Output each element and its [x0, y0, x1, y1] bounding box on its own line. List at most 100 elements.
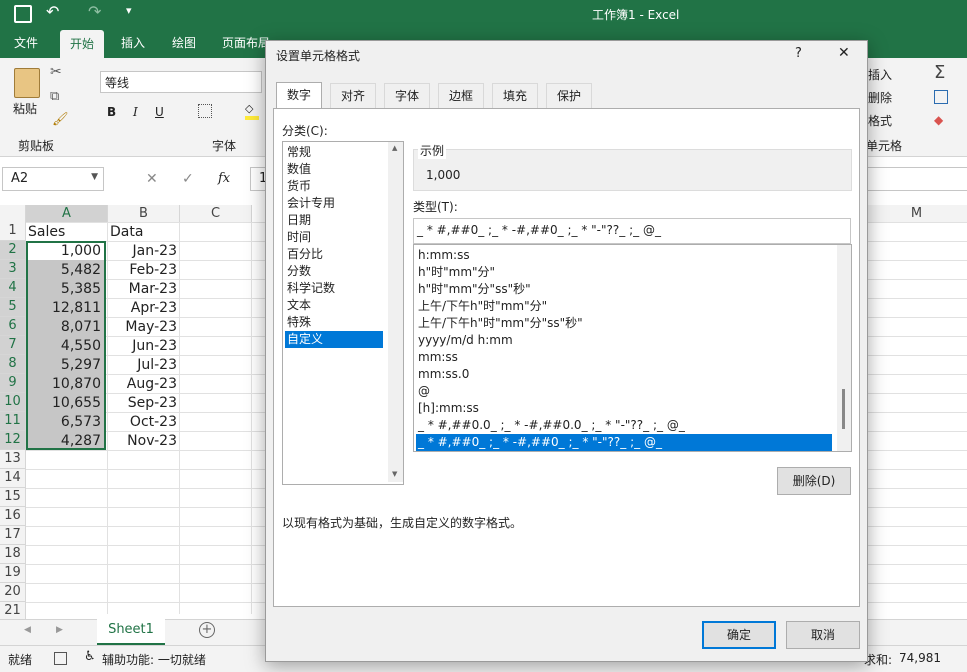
date-cell[interactable]: May-23 [110, 318, 177, 336]
category-item[interactable]: 数值 [285, 161, 383, 178]
row-header[interactable]: 7 [0, 336, 26, 355]
category-item[interactable]: 时间 [285, 229, 383, 246]
row-header[interactable]: 5 [0, 298, 26, 317]
row-header[interactable]: 12 [0, 431, 26, 450]
paste-icon[interactable] [14, 68, 40, 98]
row-header[interactable]: 2 [0, 241, 26, 260]
underline-button[interactable]: U [155, 105, 164, 119]
header-cell-data[interactable]: Data [110, 223, 143, 241]
tab-alignment[interactable]: 对齐 [330, 83, 377, 108]
redo-icon[interactable]: ↷ [88, 2, 101, 21]
fill-down-icon[interactable] [934, 90, 948, 104]
tab-border[interactable]: 边框 [438, 83, 485, 108]
format-item[interactable]: yyyy/m/d h:mm [416, 332, 832, 349]
format-item[interactable]: h"时"mm"分"ss"秒" [416, 281, 832, 298]
name-box[interactable]: A2 ▼ [2, 167, 104, 191]
header-cell-sales[interactable]: Sales [28, 223, 65, 241]
enter-formula-icon[interactable]: ✓ [182, 171, 194, 187]
autosum-icon[interactable]: Σ [934, 62, 945, 83]
row-header[interactable]: 19 [0, 564, 26, 583]
sheet-tab-sheet1[interactable]: Sheet1 [97, 619, 165, 646]
sales-cell[interactable]: 10,655 [28, 394, 101, 412]
date-cell[interactable]: Mar-23 [110, 280, 177, 298]
tab-file[interactable]: 文件 [14, 34, 38, 51]
format-list[interactable]: h:mm:ss h"时"mm"分" h"时"mm"分"ss"秒" 上午/下午h"时"m… [413, 244, 852, 452]
fill-color-icon[interactable]: ◇ [245, 102, 259, 120]
sales-cell[interactable]: 12,811 [28, 299, 101, 317]
accessibility-icon[interactable]: ♿ [84, 649, 96, 664]
sales-cell[interactable]: 5,297 [28, 356, 101, 374]
row-header[interactable]: 4 [0, 279, 26, 298]
save-icon[interactable] [14, 5, 32, 23]
delete-cells-button[interactable]: 删除 [868, 89, 892, 106]
sales-cell[interactable]: 8,071 [28, 318, 101, 336]
sales-cell[interactable]: 6,573 [28, 413, 101, 431]
row-header[interactable]: 14 [0, 469, 26, 488]
font-name-select[interactable]: 等线 [100, 71, 262, 93]
category-item[interactable]: 会计专用 [285, 195, 383, 212]
bold-button[interactable]: B [107, 105, 116, 119]
sales-cell[interactable]: 5,482 [28, 261, 101, 279]
cut-icon[interactable]: ✂ [50, 64, 62, 80]
close-icon[interactable]: ✕ [838, 45, 850, 61]
category-item[interactable]: 日期 [285, 212, 383, 229]
category-item[interactable]: 自定义 [285, 331, 383, 348]
tab-fill[interactable]: 填充 [492, 83, 539, 108]
date-cell[interactable]: Jul-23 [110, 356, 177, 374]
column-header-m[interactable]: M [866, 205, 967, 223]
format-item[interactable]: 上午/下午h"时"mm"分"ss"秒" [416, 315, 832, 332]
row-header[interactable]: 17 [0, 526, 26, 545]
category-item[interactable]: 百分比 [285, 246, 383, 263]
format-item[interactable]: mm:ss.0 [416, 366, 832, 383]
date-cell[interactable]: Oct-23 [110, 413, 177, 431]
format-item[interactable]: @ [416, 383, 832, 400]
row-header[interactable]: 11 [0, 412, 26, 431]
ok-button[interactable]: 确定 [702, 621, 776, 649]
tab-draw[interactable]: 绘图 [172, 34, 196, 51]
delete-format-button[interactable]: 删除(D) [777, 467, 851, 495]
row-header[interactable]: 20 [0, 583, 26, 602]
format-item[interactable]: _ * #,##0_ ;_ * -#,##0_ ;_ * "-"??_ ;_ @… [416, 434, 832, 451]
type-input[interactable]: _ * #,##0_ ;_ * -#,##0_ ;_ * "-"??_ ;_ @… [413, 218, 851, 244]
category-item[interactable]: 分数 [285, 263, 383, 280]
tab-font[interactable]: 字体 [384, 83, 431, 108]
insert-function-icon[interactable]: fx [218, 171, 230, 186]
format-item[interactable]: h:mm:ss [416, 247, 832, 264]
row-header[interactable]: 13 [0, 450, 26, 469]
scroll-right-icon[interactable]: ▶ [56, 625, 63, 635]
accessibility-status[interactable]: 辅助功能: 一切就绪 [102, 651, 206, 668]
format-scrollbar[interactable] [837, 245, 851, 451]
row-header[interactable]: 6 [0, 317, 26, 336]
category-item[interactable]: 货币 [285, 178, 383, 195]
italic-button[interactable]: I [133, 105, 138, 119]
help-button[interactable]: ? [795, 46, 802, 61]
row-header[interactable]: 1 [0, 222, 26, 241]
tab-insert[interactable]: 插入 [121, 34, 145, 51]
row-header[interactable]: 9 [0, 374, 26, 393]
select-all-corner[interactable] [0, 205, 26, 223]
sales-cell[interactable]: 1,000 [28, 242, 101, 260]
category-item[interactable]: 常规 [285, 144, 383, 161]
row-header[interactable]: 16 [0, 507, 26, 526]
cancel-button[interactable]: 取消 [786, 621, 860, 649]
date-cell[interactable]: Jan-23 [110, 242, 177, 260]
undo-icon[interactable]: ↶ [46, 2, 59, 21]
scroll-up-icon[interactable]: ▲ [392, 144, 397, 152]
copy-icon[interactable]: ⧉ [50, 89, 59, 104]
add-sheet-icon[interactable]: + [199, 622, 215, 638]
format-item[interactable]: mm:ss [416, 349, 832, 366]
tab-number[interactable]: 数字 [276, 82, 323, 109]
row-header[interactable]: 18 [0, 545, 26, 564]
format-item[interactable]: _ * #,##0.0_ ;_ * -#,##0.0_ ;_ * "-"??_ … [416, 417, 832, 434]
tab-home[interactable]: 开始 [60, 30, 105, 58]
date-cell[interactable]: Nov-23 [110, 432, 177, 450]
tab-page-layout[interactable]: 页面布局 [222, 34, 270, 51]
category-item[interactable]: 科学记数 [285, 280, 383, 297]
date-cell[interactable]: Feb-23 [110, 261, 177, 279]
sales-cell[interactable]: 5,385 [28, 280, 101, 298]
format-painter-icon[interactable]: 🖌 [52, 112, 69, 127]
paste-button[interactable]: 粘贴 [13, 100, 37, 117]
format-item[interactable]: [h]:mm:ss [416, 400, 832, 417]
customize-toolbar-icon[interactable]: ▾ [126, 4, 132, 17]
column-header-b[interactable]: B [108, 205, 180, 223]
